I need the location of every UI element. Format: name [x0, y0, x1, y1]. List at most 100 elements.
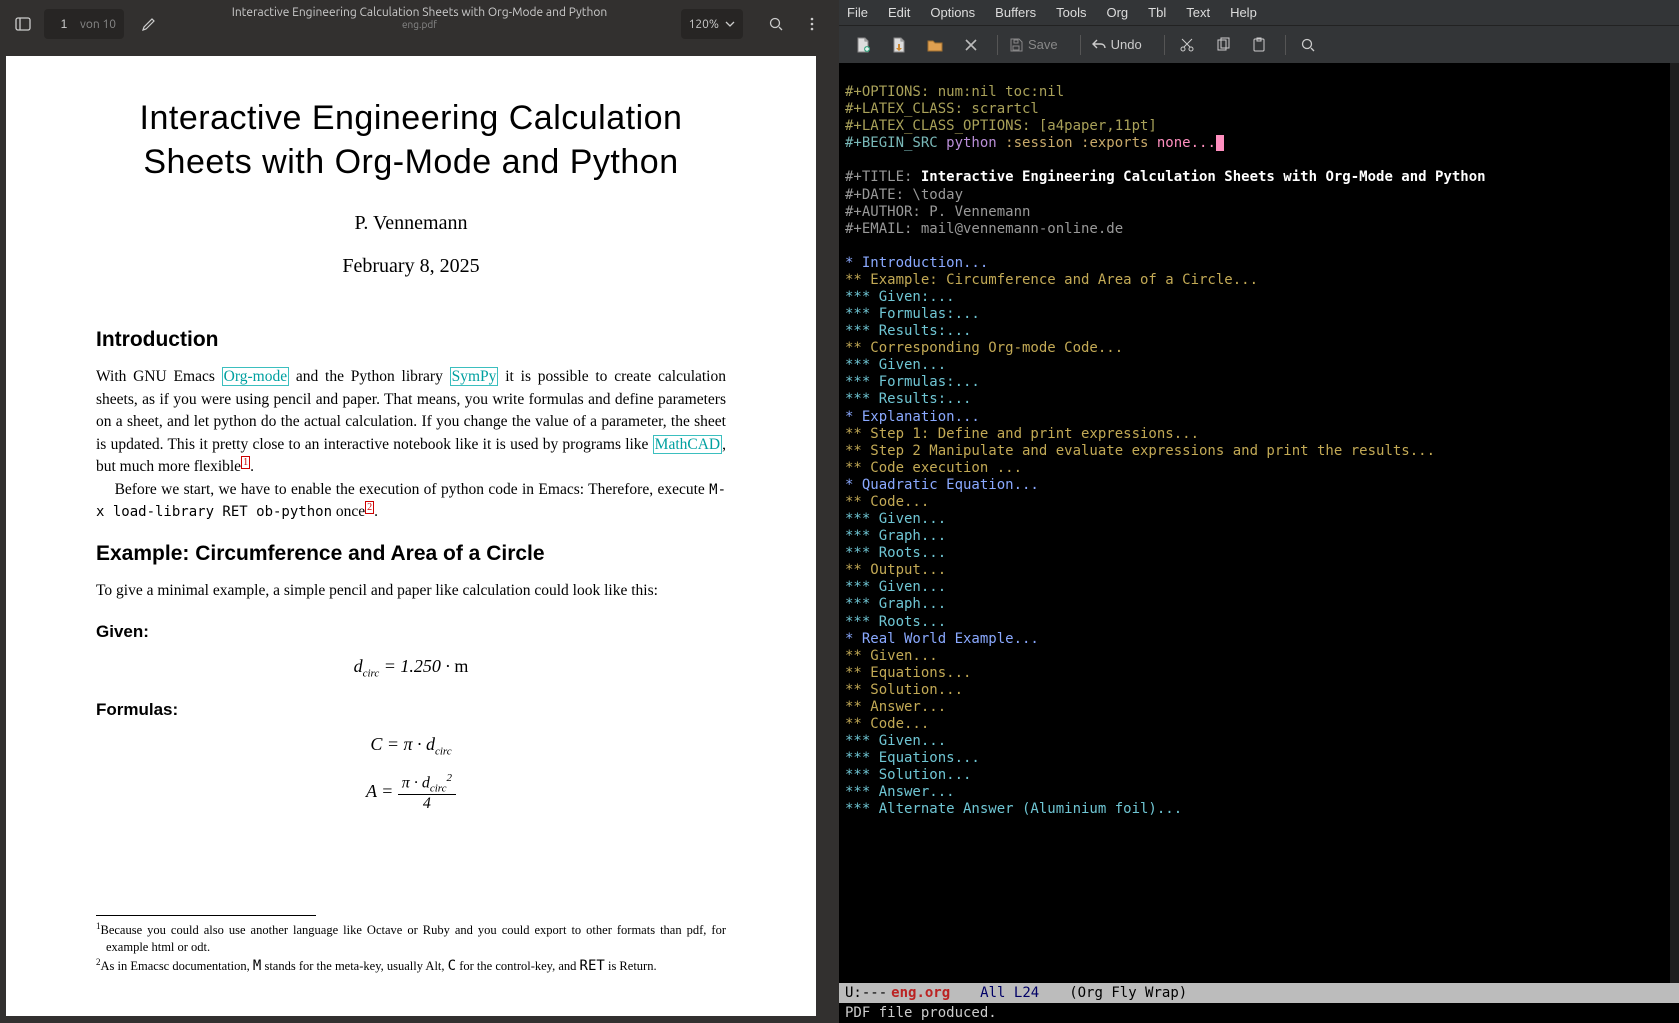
org-heading-l3[interactable]: *** Formulas:... [845, 306, 1673, 323]
sidebar-toggle-button[interactable] [8, 9, 38, 39]
org-heading-l3[interactable]: *** Given... [845, 579, 1673, 596]
formula-area: A = π · dcirc24 [96, 772, 726, 814]
org-heading-l2[interactable]: ** Step 2 Manipulate and evaluate expres… [845, 443, 1673, 460]
search-button[interactable] [761, 9, 791, 39]
org-heading-l3[interactable]: *** Equations... [845, 750, 1673, 767]
org-heading-l2[interactable]: ** Equations... [845, 665, 1673, 682]
org-heading-l2[interactable]: ** Code... [845, 716, 1673, 733]
org-heading-l1[interactable]: * Real World Example... [845, 631, 1673, 648]
modeline-filename: eng.org [891, 985, 950, 1001]
org-heading-l2[interactable]: ** Corresponding Org-mode Code... [845, 340, 1673, 357]
title-text: Interactive Engineering Calculation Shee… [921, 169, 1486, 185]
menu-file[interactable]: File [847, 5, 868, 20]
formula-given: dcirc = 1.250 · m [96, 656, 726, 680]
org-option-line: #+LATEX_CLASS: scrartcl [845, 101, 1039, 117]
org-heading-l3[interactable]: *** Graph... [845, 528, 1673, 545]
org-heading-l3[interactable]: *** Alternate Answer (Aluminium foil)... [845, 801, 1673, 818]
text: Because you could also use another langu… [101, 923, 727, 954]
undo-button[interactable]: Undo [1087, 31, 1154, 59]
org-heading-l1[interactable]: * Quadratic Equation... [845, 477, 1673, 494]
modeline-state: U:--- [845, 985, 887, 1001]
menu-buffers[interactable]: Buffers [995, 5, 1036, 20]
org-heading-l3[interactable]: *** Given... [845, 733, 1673, 750]
example-paragraph: To give a minimal example, a simple penc… [96, 580, 726, 602]
keyword: #+TITLE: [845, 169, 921, 185]
menu-button[interactable] [797, 9, 827, 39]
org-heading-l3[interactable]: *** Given... [845, 357, 1673, 374]
link-mathcad[interactable]: MathCAD [653, 435, 722, 454]
org-heading-l3[interactable]: *** Given... [845, 511, 1673, 528]
org-heading-l3[interactable]: *** Results:... [845, 391, 1673, 408]
text: for the control-key, and [456, 959, 579, 973]
org-author-line: #+AUTHOR: P. Vennemann [845, 204, 1030, 220]
close-button[interactable] [955, 31, 987, 59]
heading-given: Given: [96, 622, 726, 642]
args: :session :exports [997, 135, 1149, 151]
new-file-button[interactable] [847, 31, 879, 59]
footnote-ref-1[interactable]: 1 [241, 456, 250, 469]
emacs-minibuffer[interactable]: PDF file produced. [839, 1003, 1679, 1023]
text: and the Python library [289, 368, 450, 385]
org-heading-l3[interactable]: *** Roots... [845, 545, 1673, 562]
heading-introduction: Introduction [96, 328, 726, 352]
formula-circumference: C = π · dcirc [96, 734, 726, 758]
copy-button[interactable] [1207, 31, 1239, 59]
page-number-field[interactable]: von 10 [44, 9, 124, 39]
org-heading-l3[interactable]: *** Formulas:... [845, 374, 1673, 391]
text: Before we start, we have to enable the e… [115, 481, 710, 498]
org-heading-l2[interactable]: ** Output... [845, 562, 1673, 579]
pdf-scroll-area[interactable]: Interactive Engineering Calculation Shee… [0, 48, 839, 1023]
link-org-mode[interactable]: Org-mode [222, 367, 289, 386]
pencil-icon [141, 16, 157, 32]
toolbar-search-button[interactable] [1292, 31, 1324, 59]
footnote-2: 2As in Emacsc documentation, M stands fo… [96, 956, 726, 976]
scrollbar[interactable] [1670, 63, 1679, 983]
emacs-menubar: File Edit Options Buffers Tools Org Tbl … [839, 0, 1679, 25]
org-heading-l2[interactable]: ** Step 1: Define and print expressions.… [845, 426, 1673, 443]
menu-text[interactable]: Text [1186, 5, 1210, 20]
open-file-button[interactable] [883, 31, 915, 59]
open-folder-button[interactable] [919, 31, 951, 59]
org-outline: * Introduction...** Example: Circumferen… [845, 255, 1673, 819]
org-heading-l2[interactable]: ** Given... [845, 648, 1673, 665]
org-heading-l2[interactable]: ** Code... [845, 494, 1673, 511]
menu-edit[interactable]: Edit [888, 5, 910, 20]
paste-icon [1251, 37, 1267, 53]
org-heading-l3[interactable]: *** Answer... [845, 784, 1673, 801]
org-date-line: #+DATE: \today [845, 187, 963, 203]
org-heading-l1[interactable]: * Explanation... [845, 409, 1673, 426]
menu-tools[interactable]: Tools [1056, 5, 1086, 20]
org-heading-l2[interactable]: ** Solution... [845, 682, 1673, 699]
link-sympy[interactable]: SymPy [450, 367, 499, 386]
chevron-down-icon [725, 19, 735, 29]
save-button[interactable]: Save [1004, 31, 1070, 59]
modeline-modes: (Org Fly Wrap) [1069, 985, 1187, 1001]
emacs-buffer[interactable]: #+OPTIONS: num:nil toc:nil #+LATEX_CLASS… [839, 63, 1679, 983]
separator [997, 35, 998, 55]
pdf-toolbar: von 10 Interactive Engineering Calculati… [0, 0, 839, 48]
menu-tbl[interactable]: Tbl [1148, 5, 1166, 20]
menu-org[interactable]: Org [1106, 5, 1128, 20]
pdf-page: Interactive Engineering Calculation Shee… [6, 56, 816, 1016]
org-heading-l2[interactable]: ** Example: Circumference and Area of a … [845, 272, 1673, 289]
org-heading-l3[interactable]: *** Given:... [845, 289, 1673, 306]
annotate-button[interactable] [134, 9, 164, 39]
paste-button[interactable] [1243, 31, 1275, 59]
org-heading-l3[interactable]: *** Solution... [845, 767, 1673, 784]
save-label: Save [1028, 37, 1058, 52]
emacs-modeline[interactable]: U:--- eng.org All L24 (Org Fly Wrap) [839, 983, 1679, 1003]
org-heading-l2[interactable]: ** Answer... [845, 699, 1673, 716]
page-number-input[interactable] [52, 17, 76, 31]
menu-options[interactable]: Options [930, 5, 975, 20]
menu-help[interactable]: Help [1230, 5, 1257, 20]
org-heading-l3[interactable]: *** Graph... [845, 596, 1673, 613]
cut-button[interactable] [1171, 31, 1203, 59]
footnote-ref-2[interactable]: 2 [365, 501, 374, 514]
scissors-icon [1179, 37, 1195, 53]
org-heading-l1[interactable]: * Introduction... [845, 255, 1673, 272]
zoom-field[interactable]: 120% [681, 9, 743, 39]
org-heading-l2[interactable]: ** Code execution ... [845, 460, 1673, 477]
org-heading-l3[interactable]: *** Results:... [845, 323, 1673, 340]
pdf-viewer-pane: von 10 Interactive Engineering Calculati… [0, 0, 839, 1023]
org-heading-l3[interactable]: *** Roots... [845, 614, 1673, 631]
